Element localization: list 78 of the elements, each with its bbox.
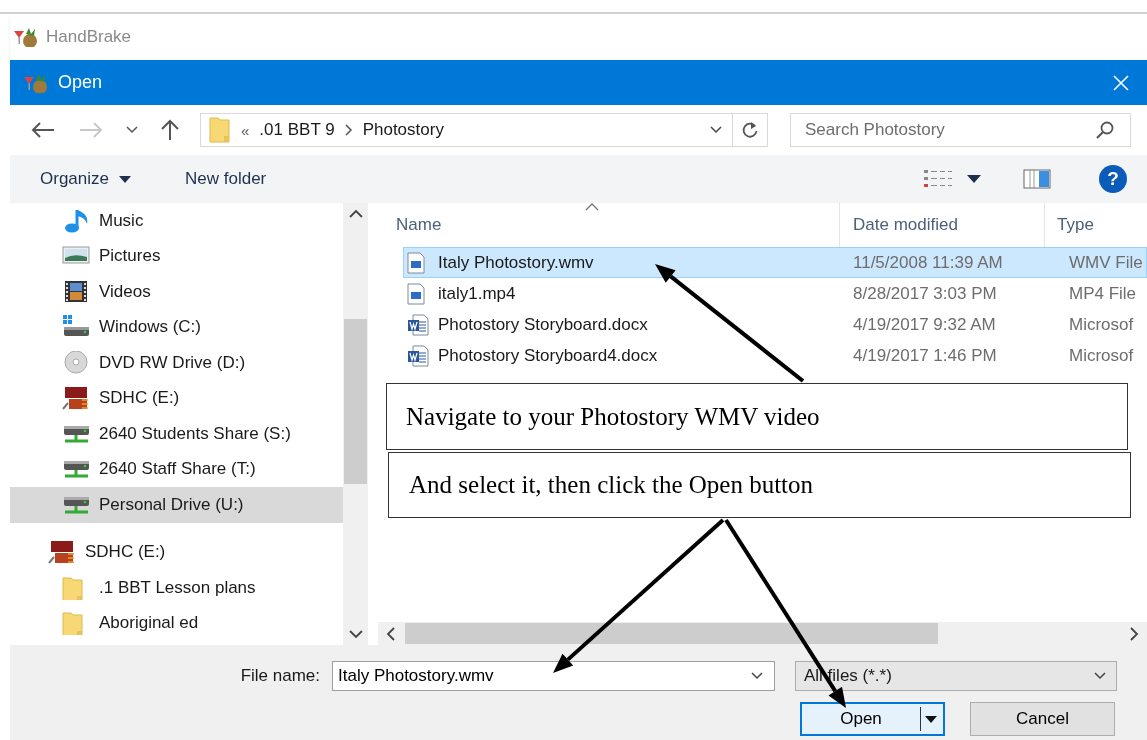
chevron-right-icon[interactable] [1130,626,1139,641]
cancel-button[interactable]: Cancel [970,702,1115,736]
caret-down-icon [967,175,981,183]
date-cell-text: 4/19/2017 9:32 AM [852,314,997,335]
breadcrumb-item[interactable]: Photostory [362,120,444,140]
date-cell-text: 11/5/2008 11:39 AM [852,252,1004,273]
caret-down-icon [925,715,937,723]
sidebar-item[interactable]: Aboriginal ed [10,605,343,641]
window-title: Open [58,72,103,93]
sidebar-item[interactable]: Pictures [10,238,343,274]
open-button[interactable]: Open [800,702,945,736]
caret-down-icon [119,175,131,183]
file-row[interactable]: Photostory Storyboard4.docx 4/19/2017 1:46 PM Microsof [403,340,1147,371]
annotation-callout: And select it, then click the Open button [388,452,1131,518]
close-icon[interactable] [1112,73,1130,92]
chevron-down-icon[interactable] [348,630,363,639]
file-row[interactable]: Italy Photostory.wmv 11/5/2008 11:39 AM WMV File [403,247,1147,278]
sd-card-icon [48,540,76,565]
preview-pane-icon[interactable] [1023,169,1051,189]
sidebar-item[interactable]: Personal Drive (U:) [10,487,343,523]
music-note-icon [62,208,90,233]
list-view-icon [923,169,953,189]
date-cell-text: 8/28/2017 3:03 PM [852,283,998,304]
scrollbar[interactable] [378,622,1147,645]
sidebar-item[interactable]: SDHC (E:) [10,534,343,570]
help-button[interactable]: ? [1099,165,1127,193]
file-name: Italy Photostory.wmv [438,252,594,273]
file-name: italy1.mp4 [438,283,516,304]
chevron-down-icon [1094,672,1106,680]
search-field[interactable]: Search Photostory [790,113,1131,147]
film-strip-icon [62,279,90,304]
file-name: Photostory Storyboard.docx [438,314,648,335]
type-cell-text: Microsof [1068,314,1135,335]
chevron-up-icon[interactable] [348,209,363,218]
up-arrow-icon[interactable] [160,119,180,141]
pineapple-icon [22,72,48,93]
pineapple-icon [12,27,38,47]
date-cell-text: 4/19/2017 1:46 PM [852,345,998,366]
file-row[interactable]: italy1.mp4 8/28/2017 3:03 PM MP4 File [403,278,1147,309]
folder-icon [209,116,231,144]
word-document-icon [407,344,429,367]
breadcrumb-item[interactable]: .01 BBT 9 [259,120,335,140]
address-bar[interactable]: « .01 BBT 9 Photostory [200,113,768,147]
search-icon [1095,120,1115,140]
file-row[interactable]: Photostory Storyboard.docx 4/19/2017 9:32 AM Microsof [403,309,1147,340]
refresh-icon [741,121,759,139]
dropdown-chevron-icon[interactable] [710,126,722,134]
chevron-right-icon [344,124,353,136]
sort-chevron-icon [585,203,600,211]
sd-card-icon [62,386,90,411]
sidebar-item[interactable]: Music [10,203,343,239]
type-cell-text: Microsof [1068,345,1135,366]
sidebar-item[interactable]: Videos [10,274,343,310]
scrollbar-thumb[interactable] [344,319,367,484]
app-title: HandBrake [46,27,132,47]
toolbar-button[interactable]: New folder [175,165,277,193]
file-name: Photostory Storyboard4.docx [438,345,658,366]
back-arrow-icon[interactable] [30,121,56,139]
sidebar-item[interactable]: .1 BBT Lesson plans [10,570,343,606]
type-cell-text: MP4 File [1068,283,1138,304]
annotation-callout: Navigate to your Photostory WMV video [386,383,1128,450]
sidebar-item[interactable]: SDHC (E:) [10,380,343,416]
sidebar-item[interactable]: 2640 Staff Share (T:) [10,451,343,487]
column-header[interactable]: Type [1045,203,1147,247]
breadcrumb-overflow[interactable]: « [241,121,250,139]
file-name-field[interactable]: Italy Photostory.wmv [332,661,775,691]
type-cell-text: WMV File [1068,252,1144,273]
field-label: File name: [239,666,321,686]
sidebar-item[interactable]: DVD RW Drive (D:) [10,345,343,381]
sidebar-item[interactable]: Windows (C:) [10,309,343,345]
sidebar-item[interactable]: 2640 Students Share (S:) [10,416,343,452]
toolbar-button[interactable]: Organize [30,165,141,193]
chevron-left-icon[interactable] [386,626,395,641]
word-document-icon [407,313,429,336]
scrollbar-thumb[interactable] [405,623,938,644]
chevron-down-icon[interactable] [751,672,763,680]
scrollbar[interactable] [343,203,368,645]
chevron-down-icon[interactable] [126,126,138,134]
